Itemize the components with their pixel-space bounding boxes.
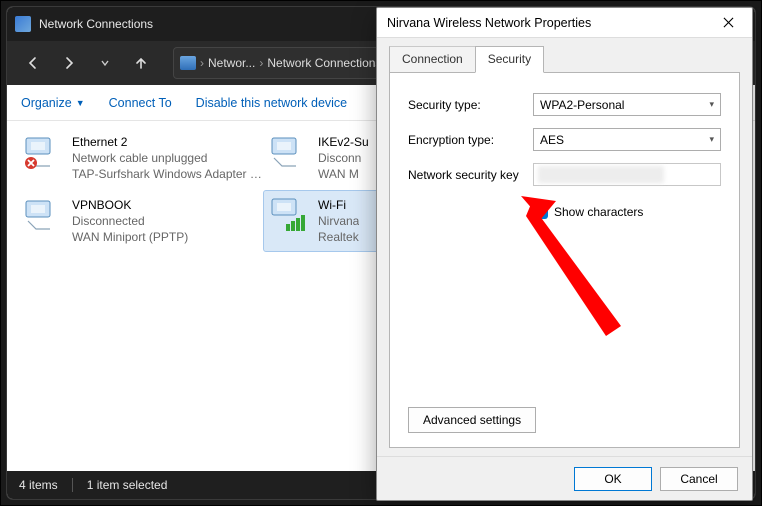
organize-label: Organize [21, 96, 72, 110]
window-title: Network Connections [39, 17, 153, 31]
security-type-select[interactable]: WPA2-Personal ▾ [533, 93, 721, 116]
encryption-type-value: AES [540, 133, 564, 147]
chevron-down-icon: ▾ [709, 99, 714, 110]
adapter-status: Nirvana [318, 213, 359, 229]
connect-to-button[interactable]: Connect To [109, 96, 172, 110]
adapter-status: Disconnected [72, 213, 188, 229]
tab-connection[interactable]: Connection [389, 46, 476, 73]
security-type-label: Security type: [408, 98, 533, 112]
dialog-titlebar[interactable]: Nirvana Wireless Network Properties [377, 8, 752, 38]
show-characters-row[interactable]: Show characters [533, 204, 721, 219]
adapter-name: IKEv2-Su [318, 134, 369, 150]
status-item-count: 4 items [19, 478, 58, 492]
redacted-key-content [538, 166, 664, 183]
tab-security[interactable]: Security [475, 46, 544, 73]
adapter-device: WAN Miniport (PPTP) [72, 229, 188, 245]
adapter-name: VPNBOOK [72, 197, 188, 213]
ok-button[interactable]: OK [574, 467, 652, 491]
adapter-name: Wi-Fi [318, 197, 359, 213]
adapter-item-vpnbook[interactable]: VPNBOOK Disconnected WAN Miniport (PPTP) [17, 190, 263, 253]
nav-recent-button[interactable] [89, 47, 121, 79]
adapter-device: TAP-Surfshark Windows Adapter V9 [72, 166, 262, 182]
chevron-right-icon: › [200, 56, 204, 70]
encryption-type-select[interactable]: AES ▾ [533, 128, 721, 151]
disable-device-button[interactable]: Disable this network device [196, 96, 347, 110]
dialog-title: Nirvana Wireless Network Properties [387, 16, 708, 30]
chevron-right-icon: › [259, 56, 263, 70]
encryption-type-label: Encryption type: [408, 133, 533, 147]
show-characters-label: Show characters [554, 205, 643, 219]
security-key-input[interactable] [533, 163, 721, 186]
dialog-close-button[interactable] [708, 9, 748, 37]
nav-up-button[interactable] [125, 47, 157, 79]
status-selected-count: 1 item selected [87, 478, 168, 492]
wifi-adapter-icon [268, 197, 310, 233]
breadcrumb-network-connections[interactable]: Network Connections [267, 56, 381, 70]
dialog-footer: OK Cancel [377, 456, 752, 500]
adapter-device: WAN M [318, 166, 369, 182]
network-connections-icon [15, 16, 31, 32]
caret-down-icon: ▼ [76, 98, 85, 108]
statusbar-divider [72, 478, 73, 492]
nav-forward-button[interactable] [53, 47, 85, 79]
chevron-down-icon: ▾ [709, 134, 714, 145]
cancel-button[interactable]: Cancel [660, 467, 738, 491]
dialog-tabs: Connection Security [389, 46, 740, 73]
organize-menu[interactable]: Organize ▼ [21, 96, 85, 110]
breadcrumb-network[interactable]: Networ... [208, 56, 255, 70]
adapter-item-ethernet2[interactable]: Ethernet 2 Network cable unplugged TAP-S… [17, 127, 263, 190]
address-icon [180, 56, 196, 70]
adapter-device: Realtek [318, 229, 359, 245]
adapter-status: Disconn [318, 150, 369, 166]
vpn-adapter-icon [22, 197, 64, 233]
wireless-properties-dialog: Nirvana Wireless Network Properties Conn… [376, 7, 753, 501]
security-key-label: Network security key [408, 168, 533, 182]
nav-back-button[interactable] [17, 47, 49, 79]
show-characters-checkbox[interactable] [533, 204, 548, 219]
adapter-status: Network cable unplugged [72, 150, 262, 166]
vpn-adapter-icon [268, 134, 310, 170]
ethernet-adapter-icon [22, 134, 64, 170]
adapter-name: Ethernet 2 [72, 134, 262, 150]
security-tab-panel: Security type: WPA2-Personal ▾ Encryptio… [389, 72, 740, 448]
advanced-settings-button[interactable]: Advanced settings [408, 407, 536, 433]
security-type-value: WPA2-Personal [540, 98, 624, 112]
